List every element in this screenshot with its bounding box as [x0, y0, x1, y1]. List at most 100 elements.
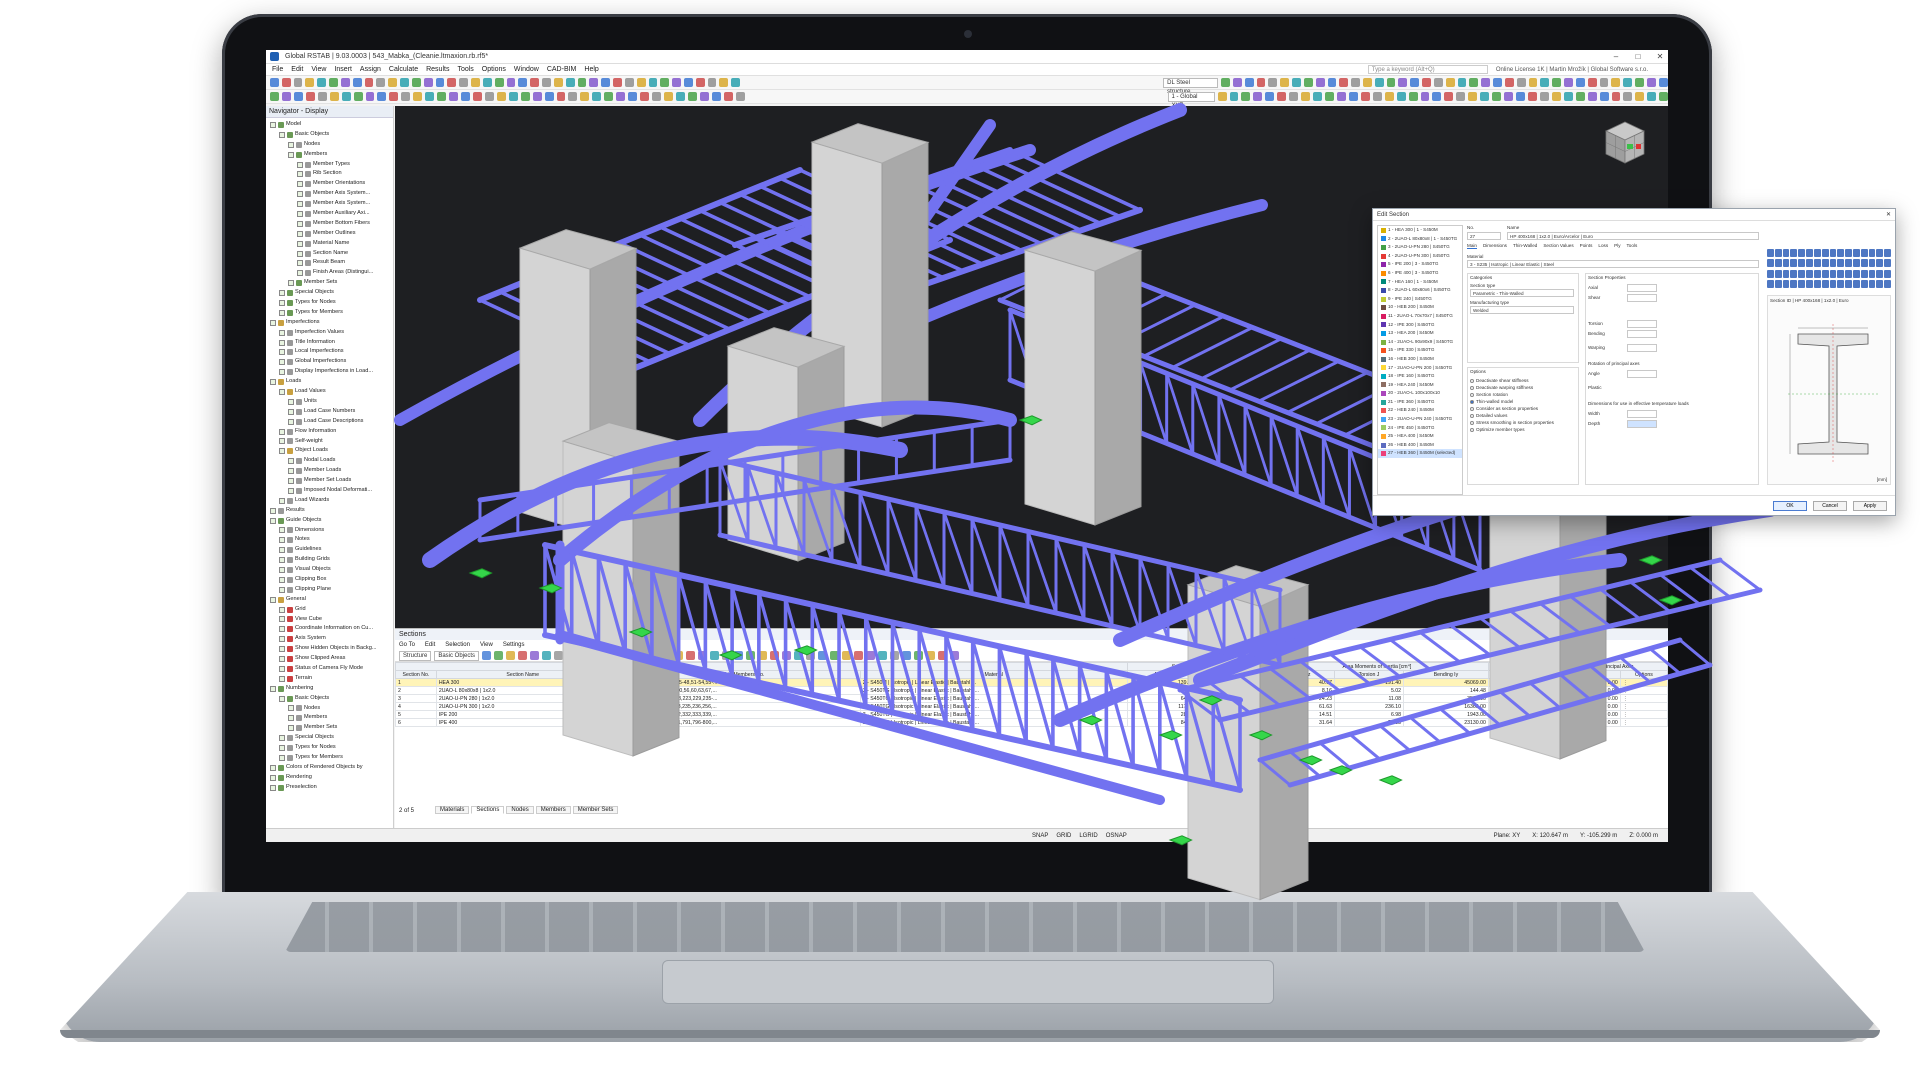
- toolbar-icon[interactable]: [1420, 92, 1430, 101]
- nav-tree-item[interactable]: Terrain: [270, 674, 393, 684]
- column-header[interactable]: Material: [859, 670, 1128, 679]
- nav-tree-item[interactable]: Preselection: [270, 783, 393, 793]
- toolbar-icon[interactable]: [1480, 92, 1490, 101]
- section-shape-icon[interactable]: [1868, 279, 1876, 288]
- checkbox[interactable]: [288, 418, 294, 425]
- checkbox[interactable]: [279, 567, 285, 574]
- section-list-item[interactable]: 27 - HEB 360 | S450M (selected): [1378, 449, 1462, 459]
- nav-tree-item[interactable]: Result Beam: [270, 258, 393, 268]
- toolbar-icon[interactable]: [494, 651, 504, 660]
- section-shape-icon[interactable]: [1868, 259, 1876, 268]
- nav-tree-item[interactable]: Guide Objects: [270, 516, 393, 526]
- toolbar-icon[interactable]: [577, 78, 587, 87]
- toolbar-icon[interactable]: [613, 78, 622, 87]
- dialog-tab[interactable]: Section Values: [1543, 243, 1573, 249]
- section-shape-icon[interactable]: [1798, 269, 1806, 278]
- section-shape-icon[interactable]: [1767, 279, 1774, 288]
- section-shape-icon[interactable]: [1806, 279, 1813, 288]
- toolbar-icon[interactable]: [449, 92, 458, 101]
- nav-tree-item[interactable]: Basic Objects: [270, 694, 393, 704]
- section-list-item[interactable]: 2 - 2UAO-L 80x80x8 | 1 - S450TG: [1378, 235, 1462, 244]
- column-header[interactable]: Shear Az: [1264, 670, 1335, 679]
- section-list-item[interactable]: 3 - 2UAO-U-PN 280 | S450TG: [1378, 243, 1462, 252]
- checkbox[interactable]: [288, 468, 294, 475]
- checkbox[interactable]: [279, 349, 285, 356]
- nav-tree-item[interactable]: Building Grids: [270, 555, 393, 565]
- row-options-icon[interactable]: ⋮: [1619, 694, 1668, 703]
- radio-icon[interactable]: [1470, 399, 1474, 404]
- table-row[interactable]: 2 2UAO-L 80x80x8 | 1x2.0 21,22,29,30,37,38…: [395, 686, 1668, 695]
- sections-menu-edit[interactable]: Edit: [425, 640, 435, 650]
- toolbar-icon[interactable]: [710, 651, 720, 660]
- section-list-item[interactable]: 18 - IPE 160 | S450TG: [1378, 372, 1462, 381]
- checkbox[interactable]: [279, 636, 285, 643]
- section-type-field[interactable]: Parametric - Thin-Walled: [1470, 289, 1574, 297]
- toolbar-icon[interactable]: [496, 92, 506, 101]
- table-row[interactable]: 6 IPE 400 171,172,174,177,178,179,181,791,…: [395, 718, 1668, 727]
- grid-toggle[interactable]: GRID: [1056, 833, 1071, 839]
- radio-icon[interactable]: [1470, 385, 1474, 390]
- toolbar-icon[interactable]: [950, 651, 960, 660]
- section-shape-icon[interactable]: [1845, 279, 1852, 288]
- nav-tree-item[interactable]: Nodes: [270, 704, 393, 714]
- checkbox[interactable]: [279, 369, 285, 376]
- material-field[interactable]: 3 - S235 | Isotropic | Linear Elastic | …: [1467, 260, 1759, 268]
- cancel-button[interactable]: Cancel: [1813, 500, 1847, 511]
- toolbar-icon[interactable]: [589, 78, 599, 87]
- section-shape-icon[interactable]: [1813, 279, 1821, 288]
- toolbar-icon[interactable]: [1244, 78, 1254, 87]
- toolbar-icon[interactable]: [400, 78, 409, 87]
- nav-tree-item[interactable]: Imperfections: [270, 318, 393, 328]
- toolbar-icon[interactable]: [305, 92, 315, 101]
- toolbar-icon[interactable]: [614, 651, 624, 660]
- toolbar-icon[interactable]: [1469, 78, 1479, 87]
- toolbar-icon[interactable]: [818, 651, 828, 660]
- nav-tree-item[interactable]: Load Wizards: [270, 496, 393, 506]
- section-list-item[interactable]: 17 - 2UAO-U-PN 200 | S450TG: [1378, 364, 1462, 373]
- toolbar-icon[interactable]: [1528, 78, 1538, 87]
- toolbar-icon[interactable]: [1457, 78, 1467, 87]
- toolbar-icon[interactable]: [435, 78, 445, 87]
- section-list-item[interactable]: 7 - HEA 160 | 1 - S450M: [1378, 278, 1462, 287]
- checkbox[interactable]: [279, 675, 285, 682]
- nav-tree-item[interactable]: Material Name: [270, 239, 393, 249]
- nav-tree-item[interactable]: Object Loads: [270, 446, 393, 456]
- nav-tree-item[interactable]: Types for Nodes: [270, 298, 393, 308]
- tab-materials[interactable]: Materials: [435, 806, 470, 814]
- column-header[interactable]: Bending Iy: [1403, 670, 1489, 679]
- section-shape-icon[interactable]: [1806, 249, 1813, 257]
- checkbox[interactable]: [270, 596, 276, 603]
- dialog-tab[interactable]: Tools: [1627, 243, 1638, 249]
- checkbox[interactable]: [279, 606, 285, 613]
- checkbox[interactable]: [279, 497, 285, 504]
- toolbar-icon[interactable]: [437, 92, 447, 101]
- toolbar-icon[interactable]: [604, 92, 614, 101]
- menu-cad-bim[interactable]: CAD-BIM: [547, 66, 577, 73]
- toolbar-icon[interactable]: [735, 92, 745, 101]
- section-shape-icon[interactable]: [1829, 249, 1837, 257]
- toolbar-icon[interactable]: [353, 92, 363, 101]
- checkbox[interactable]: [288, 398, 294, 405]
- menu-window[interactable]: Window: [514, 66, 539, 73]
- toolbar-icon[interactable]: [556, 92, 566, 101]
- nav-tree-item[interactable]: Local Imperfections: [270, 347, 393, 357]
- toolbar-icon[interactable]: [1635, 92, 1645, 101]
- radio-icon[interactable]: [1470, 392, 1474, 397]
- nav-tree-item[interactable]: Visual Objects: [270, 565, 393, 575]
- section-list-item[interactable]: 5 - IPE 200 | 3 - S450TG: [1378, 260, 1462, 269]
- checkbox[interactable]: [279, 388, 285, 395]
- checkbox[interactable]: [297, 230, 303, 237]
- nav-tree-item[interactable]: Member Sets: [270, 278, 393, 288]
- toolbar-icon[interactable]: [1351, 78, 1360, 87]
- checkbox[interactable]: [297, 191, 303, 198]
- table-row[interactable]: 1 HEA 300 1,2,6-20,23-28,31-36,39-42,45-48…: [395, 678, 1668, 687]
- table-row[interactable]: 4 2UAO-U-PN 300 | 1x2.0 118,128,144-156,16…: [395, 702, 1668, 711]
- toolbar-icon[interactable]: [601, 78, 611, 87]
- toolbar-icon[interactable]: [734, 651, 744, 660]
- toolbar-icon[interactable]: [1444, 92, 1454, 101]
- toolbar-icon[interactable]: [1623, 92, 1633, 101]
- toolbar-icon[interactable]: [1646, 78, 1656, 87]
- section-list-item[interactable]: 12 - IPE 300 | S450TG: [1378, 321, 1462, 330]
- checkbox[interactable]: [288, 725, 294, 732]
- toolbar-icon[interactable]: [663, 92, 673, 101]
